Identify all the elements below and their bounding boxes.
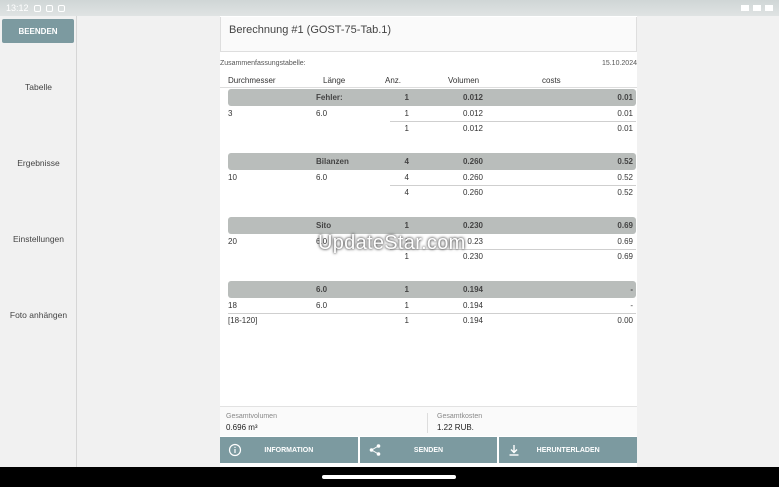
group-cost: 0.01 — [617, 93, 633, 102]
information-button-label: INFORMATION — [264, 446, 314, 454]
status-time: 13:12 — [6, 3, 29, 13]
notification-icon — [33, 4, 41, 12]
group-label: Bilanzen — [316, 157, 349, 166]
table-row: 18 6.0 1 0.194 - — [228, 298, 636, 313]
group-header: Bilanzen 4 0.260 0.52 — [228, 153, 636, 170]
column-header-length: Länge — [323, 76, 346, 85]
cell-cost: 0.52 — [617, 188, 633, 197]
cell-cost: 0.01 — [617, 109, 633, 118]
column-header-volume: Volumen — [448, 76, 480, 85]
information-button[interactable]: INFORMATION — [220, 437, 358, 463]
download-button-label: HERUNTERLADEN — [536, 446, 600, 454]
column-header-costs: costs — [542, 76, 561, 85]
wifi-icon — [741, 5, 749, 11]
cell-cost: 0.69 — [617, 252, 633, 261]
total-cost: Gesamtkosten 1.22 RUB. — [437, 413, 482, 432]
sidebar: BEENDEN Tabelle Ergebnisse Einstellungen… — [0, 16, 77, 467]
cell-diameter: 18 — [228, 301, 237, 310]
send-button[interactable]: SENDEN — [359, 437, 498, 463]
table-row-subtotal: 4 0.260 0.52 — [228, 185, 636, 200]
sidebar-item-results[interactable]: Ergebnisse — [0, 158, 77, 168]
app-icon — [57, 4, 65, 12]
group-volume: 0.194 — [462, 285, 483, 294]
group-cost: 0.69 — [617, 221, 633, 230]
column-header-diameter: Durchmesser — [228, 76, 276, 85]
table-row: 3 6.0 1 0.012 0.01 — [228, 106, 636, 121]
watermark: UpdateStar.com — [318, 232, 466, 254]
end-button[interactable]: BEENDEN — [2, 19, 74, 43]
cell-cost: - — [630, 301, 633, 310]
sidebar-item-attach-photo[interactable]: Foto anhängen — [0, 310, 77, 320]
cell-cost: 0.52 — [617, 173, 633, 182]
cell-volume: 0.194 — [462, 316, 483, 325]
cell-cost: 0.00 — [617, 316, 633, 325]
total-volume-value: 0.696 m³ — [226, 423, 258, 432]
sidebar-item-table[interactable]: Tabelle — [0, 82, 77, 92]
group-label: 6.0 — [316, 285, 328, 294]
cell-length: 6.0 — [316, 109, 328, 118]
group-volume: 0.260 — [462, 157, 483, 166]
cell-count: 1 — [404, 109, 409, 118]
group-cost: 0.52 — [617, 157, 633, 166]
total-volume-label: Gesamtvolumen — [226, 413, 277, 420]
info-icon — [228, 443, 242, 457]
cell-count: 4 — [404, 173, 409, 182]
signal-icon — [753, 5, 761, 11]
group-count: 1 — [404, 221, 409, 230]
download-icon — [509, 445, 519, 456]
status-bar: 13:12 — [0, 0, 779, 16]
group-cost: - — [630, 285, 633, 294]
group-header: 6.0 1 0.194 - — [228, 281, 636, 298]
group-volume: 0.230 — [462, 221, 483, 230]
cell-volume: 0.012 — [462, 124, 483, 133]
cell-length: 6.0 — [316, 173, 328, 182]
cell-diameter: 10 — [228, 173, 237, 182]
totals-bar: Gesamtvolumen 0.696 m³ Gesamtkosten 1.22… — [220, 406, 637, 436]
cell-volume: 0.260 — [462, 188, 483, 197]
cell-diameter: 3 — [228, 109, 233, 118]
group-count: 4 — [404, 157, 409, 166]
table-row-subtotal: [18-120] 1 0.194 0.00 — [228, 313, 636, 328]
cell-count: 4 — [404, 188, 409, 197]
cell-diameter: 20 — [228, 237, 237, 246]
total-volume: Gesamtvolumen 0.696 m³ — [226, 413, 277, 432]
cell-volume: 0.012 — [462, 109, 483, 118]
download-button[interactable]: HERUNTERLADEN — [499, 437, 638, 463]
total-cost-value: 1.22 RUB. — [437, 423, 474, 432]
battery-icon — [765, 5, 773, 11]
action-bar: INFORMATION SENDEN HERUNTERLADEN — [220, 437, 638, 463]
cell-volume: 0.260 — [462, 173, 483, 182]
group-label: Fehler: — [316, 93, 343, 102]
cell-cost: 0.01 — [617, 124, 633, 133]
totals-divider — [427, 413, 428, 433]
table-row: 10 6.0 4 0.260 0.52 — [228, 170, 636, 185]
cell-count: 1 — [404, 301, 409, 310]
table-header: Durchmesser Länge Anz. Volumen costs — [220, 73, 637, 88]
cell-cost: 0.69 — [617, 237, 633, 246]
summary-date: 15.10.2024 — [601, 60, 637, 67]
cell-count: 1 — [404, 316, 409, 325]
play-icon — [45, 4, 53, 12]
calculation-title: Berechnung #1 (GOST-75-Tab.1) — [220, 17, 637, 52]
summary-label: Zusammenfassungstabelle: — [220, 60, 306, 67]
group-count: 1 — [404, 285, 409, 294]
cell-volume: 0.194 — [462, 301, 483, 310]
cell-volume: 0.23 — [467, 237, 483, 246]
send-button-label: SENDEN — [413, 446, 444, 454]
group-volume: 0.012 — [462, 93, 483, 102]
group-count: 1 — [404, 93, 409, 102]
cell-diameter: [18-120] — [228, 316, 258, 325]
group-header: Fehler: 1 0.012 0.01 — [228, 89, 636, 106]
table-row-subtotal: 1 0.012 0.01 — [228, 121, 636, 136]
home-gesture-handle[interactable] — [322, 475, 456, 479]
total-cost-label: Gesamtkosten — [437, 413, 483, 420]
system-navigation-bar — [0, 467, 779, 487]
group-label: Sito — [316, 221, 332, 230]
sidebar-item-settings[interactable]: Einstellungen — [0, 234, 77, 244]
share-icon — [369, 444, 380, 456]
cell-length: 6.0 — [316, 301, 328, 310]
column-header-count: Anz. — [385, 76, 402, 85]
cell-count: 1 — [404, 124, 409, 133]
